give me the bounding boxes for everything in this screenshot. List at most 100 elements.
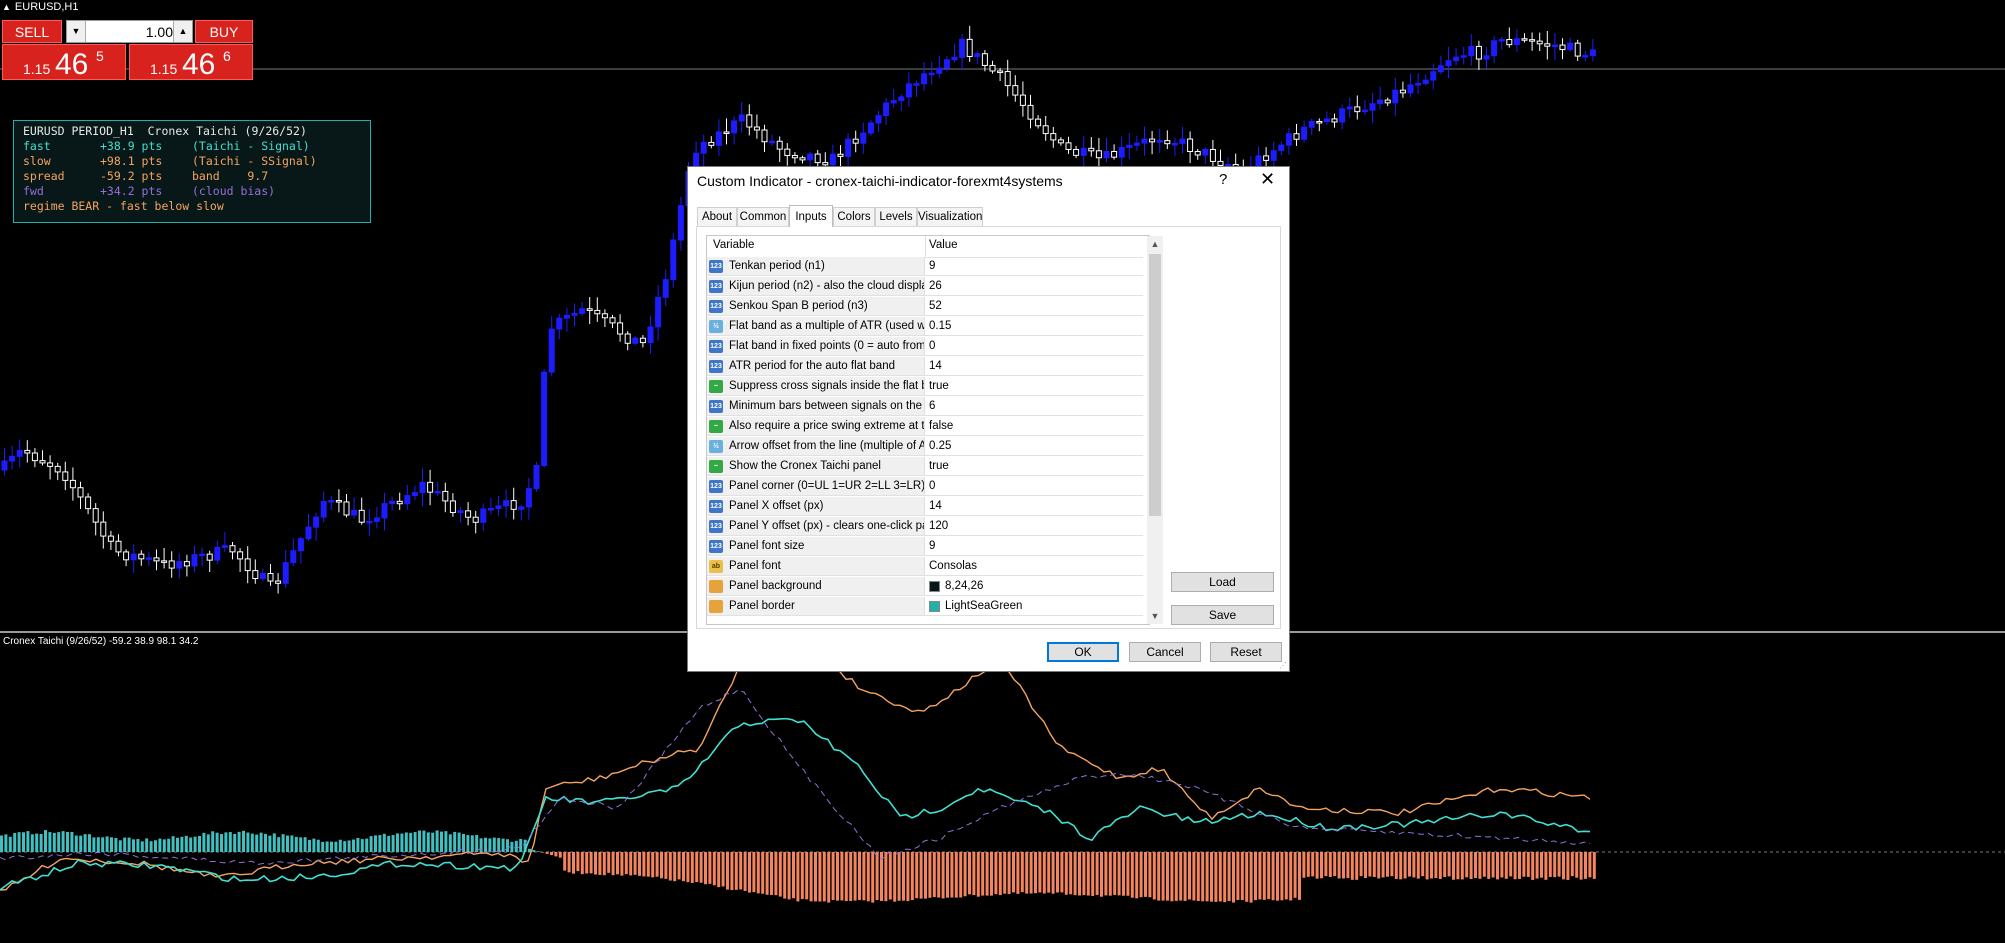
color-swatch[interactable] [929, 601, 940, 612]
lot-size-stepper[interactable]: ▼ ▲ [66, 20, 193, 43]
param-value-cell[interactable]: 9 [925, 257, 1143, 276]
histogram-bar [1588, 852, 1592, 878]
param-value: 52 [929, 300, 942, 312]
tab-common[interactable]: Common [737, 207, 789, 226]
scroll-down-icon[interactable]: ▼ [1147, 608, 1163, 624]
param-value-cell[interactable]: 14 [925, 497, 1143, 516]
table-row[interactable]: 123 Kijun period (n2) - also the cloud di… [707, 277, 1143, 297]
param-name-cell[interactable]: 123 Panel font size [707, 537, 925, 556]
param-name-cell[interactable]: 123 Panel Y offset (px) - clears one-clic… [707, 517, 925, 536]
param-value-cell[interactable]: 0.25 [925, 437, 1143, 456]
load-button[interactable]: Load [1171, 572, 1274, 592]
param-value-cell[interactable]: 120 [925, 517, 1143, 536]
param-name-cell[interactable]: 123 Tenkan period (n1) [707, 257, 925, 276]
param-value-cell[interactable]: 26 [925, 277, 1143, 296]
candle [1278, 141, 1285, 156]
table-row[interactable]: 123 Panel font size 9 [707, 537, 1143, 557]
save-button[interactable]: Save [1171, 605, 1274, 625]
param-value-cell[interactable]: LightSeaGreen [925, 597, 1143, 616]
param-name-cell[interactable]: 123 Panel corner (0=UL 1=UR 2=LL 3=LR) [707, 477, 925, 496]
param-name-cell[interactable]: ~ Also require a price swing extreme at t… [707, 417, 925, 436]
param-name-cell[interactable]: 123 Senkou Span B period (n3) [707, 297, 925, 316]
table-row[interactable]: 123 Minimum bars between signals on the s… [707, 397, 1143, 417]
table-row[interactable]: ~ Also require a price swing extreme at t… [707, 417, 1143, 437]
ok-button[interactable]: OK [1047, 642, 1119, 662]
column-value[interactable]: Value [929, 239, 958, 251]
lot-size-input[interactable] [87, 22, 177, 41]
histogram-bar [994, 852, 998, 895]
histogram-bar [79, 835, 83, 852]
param-name-cell[interactable]: 123 Panel X offset (px) [707, 497, 925, 516]
tab-about[interactable]: About [697, 207, 737, 226]
table-row[interactable]: ab Panel font Consolas [707, 557, 1143, 577]
param-value-cell[interactable]: 9 [925, 537, 1143, 556]
table-row[interactable]: 123 Panel Y offset (px) - clears one-clic… [707, 517, 1143, 537]
sell-button[interactable]: SELL [2, 20, 62, 43]
param-type-bool-icon: ~ [709, 380, 723, 393]
param-value-cell[interactable]: 0 [925, 477, 1143, 496]
candle [1513, 29, 1520, 52]
indicator-subwindow[interactable] [0, 648, 2005, 943]
histogram-bar [1359, 852, 1363, 877]
table-row[interactable]: ½ Arrow offset from the line (multiple of… [707, 437, 1143, 457]
resize-grip-icon[interactable]: ⋰ [1279, 661, 1287, 670]
table-row[interactable]: ½ Flat band as a multiple of ATR (used w.… [707, 317, 1143, 337]
param-value-cell[interactable]: true [925, 457, 1143, 476]
scroll-thumb[interactable] [1149, 254, 1161, 516]
tab-colors[interactable]: Colors [833, 207, 875, 226]
param-name-cell[interactable]: 123 ATR period for the auto flat band [707, 357, 925, 376]
param-name-cell[interactable]: 123 Minimum bars between signals on the s… [707, 397, 925, 416]
param-value-cell[interactable]: 14 [925, 357, 1143, 376]
param-value-cell[interactable]: 6 [925, 397, 1143, 416]
param-value-cell[interactable]: Consolas [925, 557, 1143, 576]
table-row[interactable]: Panel border LightSeaGreen [707, 597, 1143, 617]
tab-visualization[interactable]: Visualization [917, 207, 983, 226]
param-value-cell[interactable]: 0.15 [925, 317, 1143, 336]
table-row[interactable]: 123 Panel corner (0=UL 1=UR 2=LL 3=LR) 0 [707, 477, 1143, 497]
param-name-cell[interactable]: ~ Suppress cross signals inside the flat … [707, 377, 925, 396]
histogram-bar [963, 852, 967, 897]
param-name-cell[interactable]: ½ Arrow offset from the line (multiple of… [707, 437, 925, 456]
param-name-cell[interactable]: Panel background [707, 577, 925, 596]
ask-price[interactable]: 1.15 46 6 [129, 44, 253, 81]
param-name-cell[interactable]: 123 Kijun period (n2) - also the cloud di… [707, 277, 925, 296]
table-row[interactable]: 123 ATR period for the auto flat band 14 [707, 357, 1143, 377]
column-variable[interactable]: Variable [713, 239, 754, 251]
lot-decrease-icon[interactable]: ▼ [67, 21, 86, 42]
param-name-cell[interactable]: Panel border [707, 597, 925, 616]
candle [1430, 63, 1437, 90]
help-icon[interactable]: ? [1219, 171, 1227, 188]
bid-price[interactable]: 1.15 46 5 [2, 44, 126, 81]
tab-inputs[interactable]: Inputs [789, 205, 833, 227]
tab-levels[interactable]: Levels [875, 207, 917, 226]
color-swatch[interactable] [929, 581, 940, 592]
table-row[interactable]: 123 Panel X offset (px) 14 [707, 497, 1143, 517]
histogram-bar [70, 831, 74, 852]
reset-button[interactable]: Reset [1210, 642, 1282, 662]
param-value-cell[interactable]: true [925, 377, 1143, 396]
table-row[interactable]: Panel background 8,24,26 [707, 577, 1143, 597]
candle [107, 530, 114, 550]
candle [381, 492, 388, 531]
scroll-up-icon[interactable]: ▲ [1147, 236, 1163, 252]
lot-increase-icon[interactable]: ▲ [173, 21, 192, 42]
table-row[interactable]: 123 Flat band in fixed points (0 = auto f… [707, 337, 1143, 357]
param-value-cell[interactable]: 52 [925, 297, 1143, 316]
table-scrollbar[interactable]: ▲ ▼ [1147, 236, 1163, 624]
histogram-bar [312, 838, 316, 852]
table-row[interactable]: ~ Show the Cronex Taichi panel true [707, 457, 1143, 477]
param-value-cell[interactable]: 0 [925, 337, 1143, 356]
cancel-button[interactable]: Cancel [1129, 642, 1201, 662]
buy-button[interactable]: BUY [195, 20, 253, 43]
param-value-cell[interactable]: false [925, 417, 1143, 436]
table-row[interactable]: 123 Tenkan period (n1) 9 [707, 257, 1143, 277]
param-name-cell[interactable]: ~ Show the Cronex Taichi panel [707, 457, 925, 476]
histogram-bar [1130, 852, 1134, 898]
table-row[interactable]: ~ Suppress cross signals inside the flat … [707, 377, 1143, 397]
param-name-cell[interactable]: ½ Flat band as a multiple of ATR (used w.… [707, 317, 925, 336]
param-name-cell[interactable]: ab Panel font [707, 557, 925, 576]
close-icon[interactable]: ✕ [1260, 169, 1275, 190]
param-value-cell[interactable]: 8,24,26 [925, 577, 1143, 596]
table-row[interactable]: 123 Senkou Span B period (n3) 52 [707, 297, 1143, 317]
param-name-cell[interactable]: 123 Flat band in fixed points (0 = auto f… [707, 337, 925, 356]
